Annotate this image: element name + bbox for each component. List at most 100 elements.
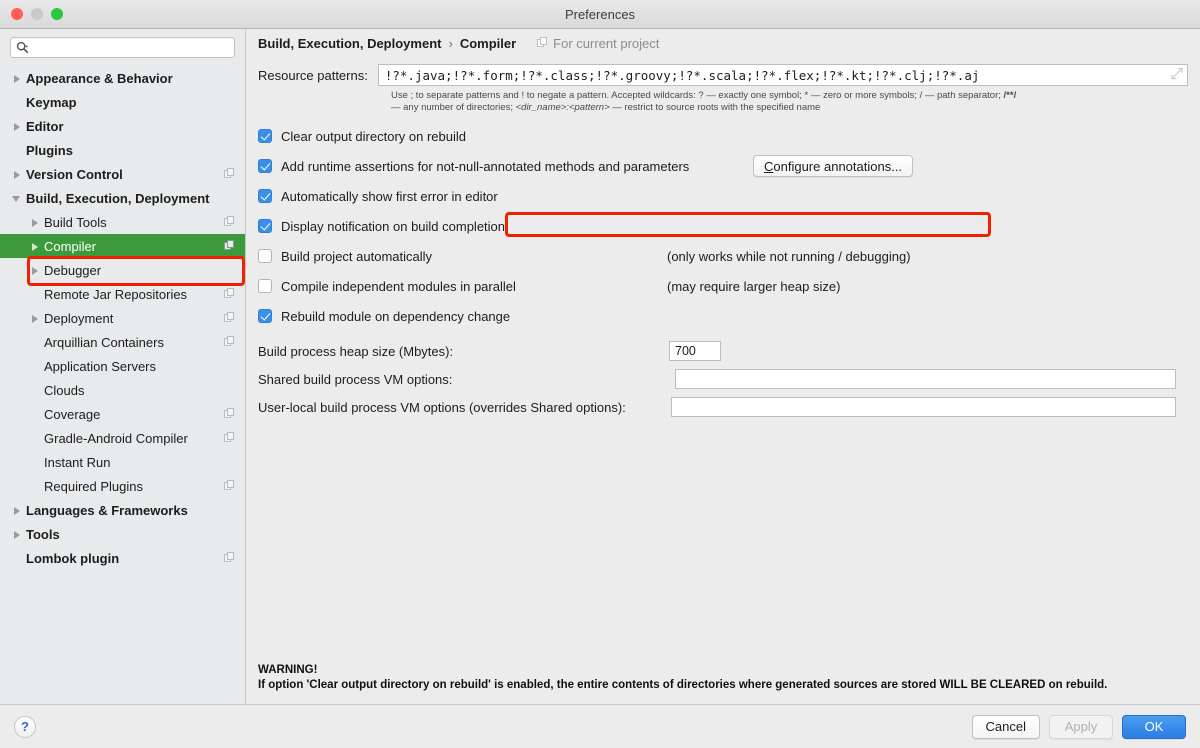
chevron-right-icon[interactable] — [12, 169, 23, 180]
checkbox-row-display-notification-on-build: Display notification on build completion — [258, 211, 1188, 241]
shared-vm-options-row: Shared build process VM options: — [258, 365, 1188, 393]
sidebar-item-label: Arquillian Containers — [44, 334, 164, 350]
chevron-right-icon[interactable] — [30, 241, 41, 252]
sidebar-item-label: Build, Execution, Deployment — [26, 190, 210, 206]
warning-body: If option 'Clear output directory on reb… — [258, 678, 1108, 691]
copy-settings-icon — [224, 311, 235, 326]
scope-label: For current project — [553, 35, 660, 51]
checkbox-label[interactable]: Display notification on build completion — [281, 219, 505, 234]
checkbox-rebuild-module-on-dependency[interactable] — [258, 309, 272, 323]
hint-line2-a: — any number of directories; — [391, 102, 516, 113]
chevron-right-icon[interactable] — [12, 529, 23, 540]
help-button[interactable]: ? — [14, 715, 36, 738]
chevron-right-icon[interactable] — [30, 217, 41, 228]
sidebar-item-remote-jar-repositories[interactable]: Remote Jar Repositories — [0, 282, 245, 306]
chevron-down-icon[interactable] — [12, 193, 23, 204]
sidebar-item-deployment[interactable]: Deployment — [0, 306, 245, 330]
sidebar-item-tools[interactable]: Tools — [0, 522, 245, 546]
checkbox-label[interactable]: Clear output directory on rebuild — [281, 129, 466, 144]
sidebar-item-gradle-android-compiler[interactable]: Gradle-Android Compiler — [0, 426, 245, 450]
breadcrumb-separator-icon: › — [448, 35, 453, 51]
checkbox-clear-output-directory-on[interactable] — [258, 129, 272, 143]
checkbox-build-project-automatically[interactable] — [258, 249, 272, 263]
sidebar-item-required-plugins[interactable]: Required Plugins — [0, 474, 245, 498]
shared-vm-options-label: Shared build process VM options: — [258, 371, 453, 387]
configure-annotations-button[interactable]: Configure annotations... — [753, 155, 914, 177]
heap-size-input[interactable]: 700 — [669, 341, 721, 361]
breadcrumb-parent[interactable]: Build, Execution, Deployment — [258, 36, 441, 51]
sidebar-item-languages-frameworks[interactable]: Languages & Frameworks — [0, 498, 245, 522]
chevron-right-icon[interactable] — [30, 265, 41, 276]
checkbox-label[interactable]: Add runtime assertions for not-null-anno… — [281, 159, 689, 174]
sidebar-item-label: Appearance & Behavior — [26, 70, 173, 86]
sidebar-item-arquillian-containers[interactable]: Arquillian Containers — [0, 330, 245, 354]
search-input[interactable] — [33, 39, 229, 56]
checkbox-compile-independent-modules-in[interactable] — [258, 279, 272, 293]
expand-editor-icon[interactable] — [1171, 67, 1183, 83]
dialog-footer: ? Cancel Apply OK — [0, 704, 1200, 748]
window-title: Preferences — [564, 6, 636, 22]
copy-settings-icon — [224, 431, 235, 446]
shared-vm-options-input[interactable] — [675, 369, 1176, 389]
sidebar-item-version-control[interactable]: Version Control — [0, 162, 245, 186]
sidebar-item-appearance-behavior[interactable]: Appearance & Behavior — [0, 66, 245, 90]
heap-size-value: 700 — [675, 344, 696, 358]
sidebar-item-label: Deployment — [44, 310, 114, 326]
chevron-right-icon[interactable] — [12, 73, 23, 84]
sidebar-item-debugger[interactable]: Debugger — [0, 258, 245, 282]
apply-button[interactable]: Apply — [1049, 714, 1113, 739]
heap-size-label: Build process heap size (Mbytes): — [258, 343, 454, 359]
warning-title: WARNING! — [258, 664, 318, 676]
configure-annotations-mnemonic: C — [764, 158, 774, 174]
copy-settings-icon — [224, 167, 235, 182]
checkbox-automatically-show-first-error[interactable] — [258, 189, 272, 203]
sidebar-item-label: Required Plugins — [44, 478, 144, 494]
checkbox-display-notification-on-build[interactable] — [258, 219, 272, 233]
chevron-right-icon[interactable] — [12, 505, 23, 516]
checkbox-note: (may require larger heap size) — [667, 278, 841, 294]
sidebar-item-label: Plugins — [26, 142, 73, 158]
settings-main-panel: Build, Execution, Deployment › Compiler … — [246, 29, 1200, 704]
user-vm-options-row: User-local build process VM options (ove… — [258, 393, 1188, 421]
resource-patterns-input[interactable]: !?*.java;!?*.form;!?*.class;!?*.groovy;!… — [377, 64, 1188, 86]
breadcrumb: Build, Execution, Deployment › Compiler … — [246, 29, 1200, 57]
sidebar-item-clouds[interactable]: Clouds — [0, 378, 245, 402]
sidebar-item-compiler[interactable]: Compiler — [0, 234, 245, 258]
checkbox-label[interactable]: Build project automatically — [281, 249, 432, 264]
sidebar-item-build-tools[interactable]: Build Tools — [0, 210, 245, 234]
sidebar-item-build-execution-deployment[interactable]: Build, Execution, Deployment — [0, 186, 245, 210]
sidebar-item-coverage[interactable]: Coverage — [0, 402, 245, 426]
checkbox-note: (only works while not running / debuggin… — [667, 248, 911, 264]
sidebar-item-label: Application Servers — [44, 358, 156, 374]
copy-settings-icon — [224, 215, 235, 230]
sidebar-item-label: Compiler — [44, 238, 97, 254]
checkbox-label[interactable]: Compile independent modules in parallel — [281, 279, 516, 294]
chevron-right-icon[interactable] — [12, 121, 23, 132]
cancel-button[interactable]: Cancel — [971, 714, 1040, 739]
compiler-settings-content: Resource patterns: !?*.java;!?*.form;!?*… — [246, 57, 1200, 704]
checkbox-label[interactable]: Automatically show first error in editor — [281, 189, 498, 204]
ok-button[interactable]: OK — [1122, 714, 1186, 739]
checkbox-label[interactable]: Rebuild module on dependency change — [281, 309, 510, 324]
user-vm-options-input[interactable] — [671, 397, 1176, 417]
sidebar-item-plugins[interactable]: Plugins — [0, 138, 245, 162]
sidebar-item-keymap[interactable]: Keymap — [0, 90, 245, 114]
hint-line2-c: — restrict to source roots with the spec… — [609, 102, 821, 113]
sidebar-item-instant-run[interactable]: Instant Run — [0, 450, 245, 474]
chevron-right-icon[interactable] — [30, 313, 41, 324]
sidebar-item-editor[interactable]: Editor — [0, 114, 245, 138]
hint-line1-bold: /**/ — [1003, 90, 1017, 101]
checkbox-add-runtime-assertions-for[interactable] — [258, 159, 272, 173]
sidebar-item-label: Instant Run — [44, 454, 111, 470]
search-box[interactable] — [10, 37, 235, 58]
checkbox-row-add-runtime-assertions-for: Add runtime assertions for not-null-anno… — [258, 151, 1188, 181]
sidebar-item-label: Languages & Frameworks — [26, 502, 188, 518]
sidebar-item-application-servers[interactable]: Application Servers — [0, 354, 245, 378]
sidebar-item-lombok-plugin[interactable]: Lombok plugin — [0, 546, 245, 570]
dialog-actions: Cancel Apply OK — [971, 714, 1186, 739]
user-vm-options-label: User-local build process VM options (ove… — [258, 399, 626, 415]
